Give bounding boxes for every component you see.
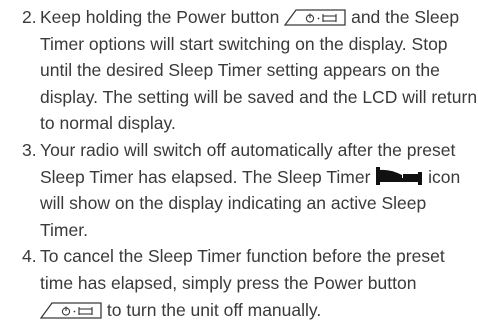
instruction-list: 2. Keep holding the Power button and the…: [0, 4, 478, 323]
step-number: 3.: [22, 139, 37, 160]
step-number: 2.: [22, 7, 37, 27]
step-text: to turn the unit off manually.: [106, 299, 322, 320]
sleep-timer-icon: [376, 166, 423, 185]
step-number: 4.: [22, 246, 37, 267]
step-2: 2. Keep holding the Power button and the…: [0, 4, 478, 137]
step-text: To cancel the Sleep Timer function befor…: [40, 246, 445, 293]
step-text: Keep holding the Power button: [40, 7, 280, 27]
power-button-icon: [284, 9, 346, 26]
step-3: 3. Your radio will switch off automatica…: [0, 137, 478, 243]
power-button-icon: [40, 301, 102, 319]
step-4: 4. To cancel the Sleep Timer function be…: [0, 243, 478, 323]
